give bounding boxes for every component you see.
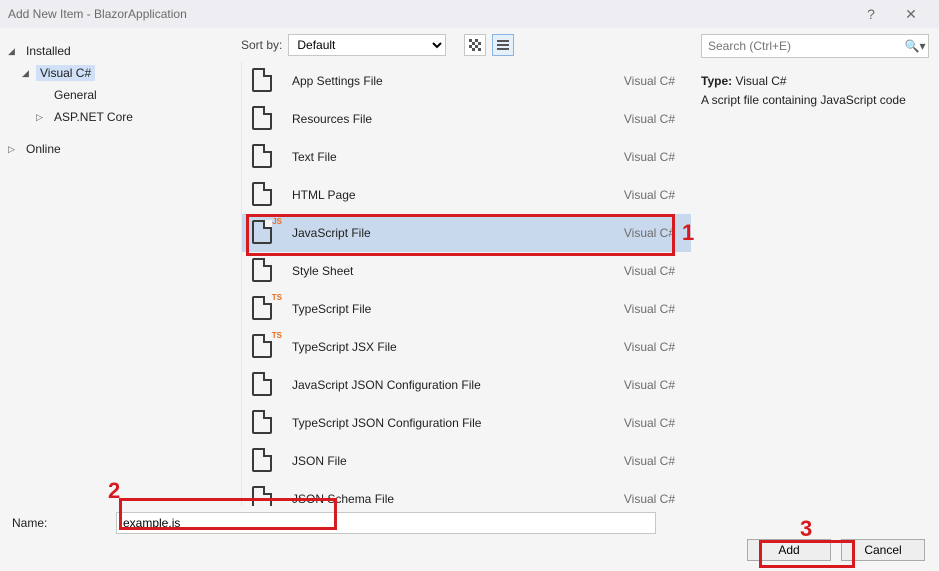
file-icon xyxy=(252,144,278,170)
chevron-right-icon: ▷ xyxy=(8,144,22,155)
template-name: App Settings File xyxy=(292,74,610,88)
template-name: TypeScript File xyxy=(292,302,610,316)
template-language: Visual C# xyxy=(624,302,681,316)
search-input[interactable] xyxy=(702,37,902,55)
file-icon xyxy=(252,372,278,398)
template-item[interactable]: JSON Schema File Visual C# xyxy=(242,480,691,506)
template-item[interactable]: App Settings File Visual C# xyxy=(242,62,691,100)
type-value: Visual C# xyxy=(735,74,786,88)
file-icon xyxy=(252,258,278,284)
file-icon: TS xyxy=(252,334,278,360)
template-language: Visual C# xyxy=(624,340,681,354)
template-item[interactable]: TS TypeScript File Visual C# xyxy=(242,290,691,328)
sort-label: Sort by: xyxy=(241,38,282,52)
tree-visual-csharp[interactable]: ◢Visual C# xyxy=(8,62,233,84)
file-icon xyxy=(252,68,278,94)
template-language: Visual C# xyxy=(624,454,681,468)
name-input[interactable] xyxy=(116,512,656,534)
template-item[interactable]: HTML Page Visual C# xyxy=(242,176,691,214)
template-item[interactable]: JSON File Visual C# xyxy=(242,442,691,480)
template-name: TypeScript JSON Configuration File xyxy=(292,416,610,430)
cancel-button[interactable]: Cancel xyxy=(841,539,925,561)
tree-aspnet-core[interactable]: ▷ASP.NET Core xyxy=(8,106,233,128)
list-icon xyxy=(497,40,509,50)
template-detail: Type: Visual C# A script file containing… xyxy=(701,58,929,110)
template-name: JavaScript File xyxy=(292,226,610,240)
file-icon xyxy=(252,182,278,208)
category-tree: ◢Installed ◢Visual C# General ▷ASP.NET C… xyxy=(0,28,241,506)
window-title: Add New Item - BlazorApplication xyxy=(8,7,851,21)
tree-installed[interactable]: ◢Installed xyxy=(8,40,233,62)
sort-toolbar: Sort by: Default xyxy=(241,28,691,62)
template-name: Text File xyxy=(292,150,610,164)
tree-general[interactable]: General xyxy=(8,84,233,106)
template-item[interactable]: Style Sheet Visual C# xyxy=(242,252,691,290)
titlebar: Add New Item - BlazorApplication ? ✕ xyxy=(0,0,939,28)
chevron-down-icon: ◢ xyxy=(22,68,36,79)
template-language: Visual C# xyxy=(624,416,681,430)
template-item[interactable]: JS JavaScript File Visual C# xyxy=(242,214,691,252)
file-icon xyxy=(252,106,278,132)
template-name: JavaScript JSON Configuration File xyxy=(292,378,610,392)
grid-icon xyxy=(469,39,481,51)
help-icon[interactable]: ? xyxy=(851,6,891,22)
template-language: Visual C# xyxy=(624,150,681,164)
file-icon: TS xyxy=(252,296,278,322)
footer: Name: Add Cancel xyxy=(0,506,939,571)
template-language: Visual C# xyxy=(624,378,681,392)
template-item[interactable]: TypeScript JSON Configuration File Visual… xyxy=(242,404,691,442)
view-list-button[interactable] xyxy=(492,34,514,56)
template-item[interactable]: Resources File Visual C# xyxy=(242,100,691,138)
template-name: HTML Page xyxy=(292,188,610,202)
template-item[interactable]: TS TypeScript JSX File Visual C# xyxy=(242,328,691,366)
template-language: Visual C# xyxy=(624,492,681,506)
chevron-right-icon: ▷ xyxy=(36,112,50,123)
tree-online[interactable]: ▷Online xyxy=(8,138,233,160)
template-language: Visual C# xyxy=(624,112,681,126)
template-name: JSON Schema File xyxy=(292,492,610,506)
template-name: Resources File xyxy=(292,112,610,126)
add-button[interactable]: Add xyxy=(747,539,831,561)
template-name: TypeScript JSX File xyxy=(292,340,610,354)
template-list[interactable]: App Settings FileVisual C#Resources File… xyxy=(241,62,691,506)
view-grid-button[interactable] xyxy=(464,34,486,56)
type-label: Type: xyxy=(701,74,732,88)
template-name: JSON File xyxy=(292,454,610,468)
template-name: Style Sheet xyxy=(292,264,610,278)
file-icon xyxy=(252,486,278,506)
template-language: Visual C# xyxy=(624,226,681,240)
template-language: Visual C# xyxy=(624,188,681,202)
template-item[interactable]: JavaScript JSON Configuration File Visual… xyxy=(242,366,691,404)
template-language: Visual C# xyxy=(624,74,681,88)
file-icon xyxy=(252,410,278,436)
sort-select[interactable]: Default xyxy=(288,34,446,56)
file-icon: JS xyxy=(252,220,278,246)
search-icon[interactable]: 🔍▾ xyxy=(902,39,928,53)
name-label: Name: xyxy=(12,516,102,530)
close-icon[interactable]: ✕ xyxy=(891,6,931,23)
file-icon xyxy=(252,448,278,474)
template-description: A script file containing JavaScript code xyxy=(701,91,929,110)
template-item[interactable]: Text File Visual C# xyxy=(242,138,691,176)
template-language: Visual C# xyxy=(624,264,681,278)
search-box[interactable]: 🔍▾ xyxy=(701,34,929,58)
chevron-down-icon: ◢ xyxy=(8,46,22,57)
